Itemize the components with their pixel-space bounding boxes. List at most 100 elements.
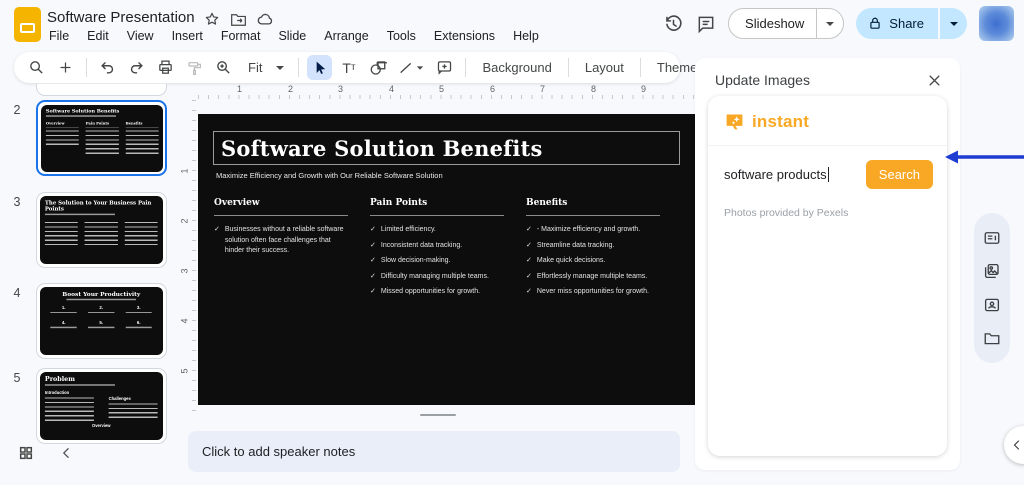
horizontal-ruler: 1 2 3 4 5 6 7 8 9 xyxy=(198,86,698,99)
new-slide-icon[interactable] xyxy=(53,55,78,80)
update-images-panel: Update Images instant software products … xyxy=(695,58,960,470)
star-icon[interactable] xyxy=(204,11,220,27)
text-box-icon[interactable]: Tт xyxy=(336,55,361,80)
redo-icon[interactable] xyxy=(124,55,149,80)
slide-thumbnail-3[interactable]: The Solution to Your Business Pain Point… xyxy=(36,192,167,268)
slideshow-dropdown[interactable] xyxy=(816,9,843,38)
speaker-notes-placeholder: Click to add speaker notes xyxy=(202,444,355,459)
image-search-input[interactable]: software products xyxy=(724,167,829,182)
menu-help[interactable]: Help xyxy=(510,27,542,45)
text-caret xyxy=(828,167,829,182)
grid-view-icon[interactable] xyxy=(18,445,34,461)
list-item: Businesses without a reliable software s… xyxy=(225,225,350,257)
slideshow-button[interactable]: Slideshow xyxy=(729,16,816,31)
slides-logo-screen xyxy=(20,23,35,33)
document-title[interactable]: Software Presentation xyxy=(47,9,195,26)
ruler-number: 2 xyxy=(288,84,293,94)
menu-format[interactable]: Format xyxy=(218,27,264,45)
thumb-step-number: 6. xyxy=(120,320,158,328)
search-button[interactable]: Search xyxy=(866,160,933,189)
instant-addon-card: instant software products Search Photos … xyxy=(708,96,947,456)
line-tool-icon[interactable] xyxy=(394,55,428,80)
column-header: Pain Points xyxy=(370,198,514,208)
undo-icon[interactable] xyxy=(95,55,120,80)
background-button[interactable]: Background xyxy=(474,60,559,75)
slide-title-box[interactable]: Software Solution Benefits xyxy=(213,131,680,165)
menu-tools[interactable]: Tools xyxy=(384,27,419,45)
thumb-title: Boost Your Productivity xyxy=(45,290,158,297)
slide-column-benefits[interactable]: Benefits ✓- Maximize efficiency and grow… xyxy=(526,198,670,303)
list-item: Make quick decisions. xyxy=(537,256,605,267)
zoom-icon[interactable] xyxy=(211,55,236,80)
check-bullet: ✓ xyxy=(526,287,532,298)
slide-canvas[interactable]: Software Solution Benefits Maximize Effi… xyxy=(198,114,696,405)
menu-edit[interactable]: Edit xyxy=(84,27,112,45)
menu-view[interactable]: View xyxy=(124,27,157,45)
ruler-number: 1 xyxy=(237,84,242,94)
thumb-subtitle-line xyxy=(66,299,136,300)
thumb-text-lines xyxy=(85,130,118,155)
notes-resize-handle[interactable] xyxy=(420,414,456,416)
thumb-step-number: 1. xyxy=(45,305,83,313)
thumb-col-header: Pain Points xyxy=(85,120,118,127)
zoom-fit-dropdown[interactable]: Fit xyxy=(240,60,290,75)
shape-icon[interactable] xyxy=(365,55,390,80)
slide-thumbnail-5[interactable]: Problem Introduction Challenges Overview xyxy=(36,368,167,444)
thumb-text-lines xyxy=(125,130,158,155)
comments-icon[interactable] xyxy=(696,14,716,34)
collapse-filmstrip-icon[interactable] xyxy=(60,446,73,460)
slides-logo[interactable] xyxy=(14,7,41,42)
version-history-icon[interactable] xyxy=(663,13,684,34)
ruler-number: 4 xyxy=(389,84,394,94)
print-icon[interactable] xyxy=(153,55,178,80)
ruler-number: 5 xyxy=(439,84,444,94)
thumb-subtitle-line xyxy=(45,115,115,116)
slide-title: Software Solution Benefits xyxy=(214,136,542,161)
slide-thumbnail-2[interactable]: Software Solution Benefits Overview Pain… xyxy=(36,100,167,176)
fit-label: Fit xyxy=(248,60,262,75)
menu-insert[interactable]: Insert xyxy=(169,27,206,45)
layout-button[interactable]: Layout xyxy=(577,60,632,75)
thumb-title: Problem xyxy=(45,375,158,382)
vertical-ruler: 1 2 3 4 5 xyxy=(183,100,196,420)
speaker-notes-box[interactable]: Click to add speaker notes xyxy=(188,431,680,472)
menu-slide[interactable]: Slide xyxy=(275,27,309,45)
search-query-text: software products xyxy=(724,167,827,182)
insert-comment-icon[interactable] xyxy=(432,55,457,80)
thumb-col-header: Overview xyxy=(45,120,78,127)
thumb-text-lines xyxy=(45,130,78,147)
slide-column-pain-points[interactable]: Pain Points ✓Limited efficiency. ✓Incons… xyxy=(370,198,514,303)
select-tool-icon[interactable] xyxy=(307,55,332,80)
slide-thumbnail-1-partial[interactable] xyxy=(36,84,167,96)
check-bullet: ✓ xyxy=(370,256,376,267)
cloud-status-icon[interactable] xyxy=(257,12,275,26)
menu-extensions[interactable]: Extensions xyxy=(431,27,498,45)
annotation-arrow xyxy=(942,146,1024,168)
image-stack-icon[interactable] xyxy=(983,262,1001,280)
search-menus-icon[interactable] xyxy=(24,55,49,80)
menu-arrange[interactable]: Arrange xyxy=(321,27,371,45)
folder-icon[interactable] xyxy=(983,329,1001,347)
check-bullet: ✓ xyxy=(526,272,532,283)
slide-thumbnail-4[interactable]: Boost Your Productivity 1. 2. 3. 4. 5. 6… xyxy=(36,283,167,359)
slide-column-overview[interactable]: Overview ✓Businesses without a reliable … xyxy=(214,198,358,303)
thumb-section-header: Overview xyxy=(45,423,158,428)
share-dropdown[interactable] xyxy=(940,8,967,39)
account-avatar[interactable] xyxy=(979,6,1014,41)
list-item: - Maximize efficiency and growth. xyxy=(537,225,640,236)
image-person-icon[interactable] xyxy=(983,296,1001,314)
pexels-credit: Photos provided by Pexels xyxy=(708,199,947,227)
ruler-number: 4 xyxy=(180,318,190,323)
thumb-step-number: 4. xyxy=(45,320,83,328)
ruler-number: 6 xyxy=(490,84,495,94)
move-folder-icon[interactable] xyxy=(230,12,247,27)
paint-format-icon[interactable] xyxy=(182,55,207,80)
collapse-panel-button[interactable] xyxy=(1004,426,1024,464)
menu-file[interactable]: File xyxy=(46,27,72,45)
card-view-icon[interactable] xyxy=(983,229,1001,247)
slide-subtitle[interactable]: Maximize Efficiency and Growth with Our … xyxy=(216,171,443,180)
slideshow-button-group: Slideshow xyxy=(728,8,844,39)
check-bullet: ✓ xyxy=(370,272,376,283)
close-icon[interactable] xyxy=(927,73,942,88)
share-button[interactable]: Share xyxy=(856,8,938,39)
